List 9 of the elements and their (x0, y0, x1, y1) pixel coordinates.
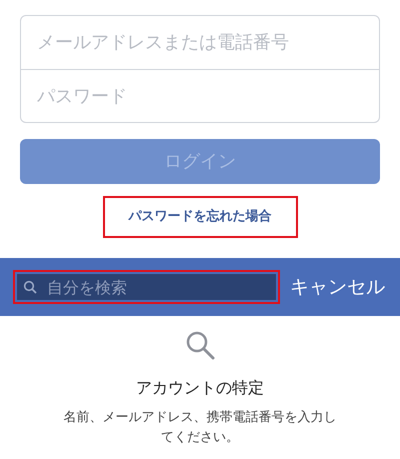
search-field[interactable]: 自分を検索 (13, 270, 280, 304)
search-icon (23, 280, 37, 294)
cancel-button[interactable]: キャンセル (290, 272, 385, 302)
search-icon (185, 330, 215, 360)
email-field[interactable]: メールアドレスまたは電話番号 (20, 15, 380, 70)
forgot-password-link[interactable]: パスワードを忘れた場合 (102, 196, 298, 238)
password-field[interactable]: パスワード (20, 70, 380, 123)
find-account-description: 名前、メールアドレス、携帯電話番号を入力してください。 (62, 409, 338, 447)
find-account-title: アカウントの特定 (136, 377, 264, 399)
